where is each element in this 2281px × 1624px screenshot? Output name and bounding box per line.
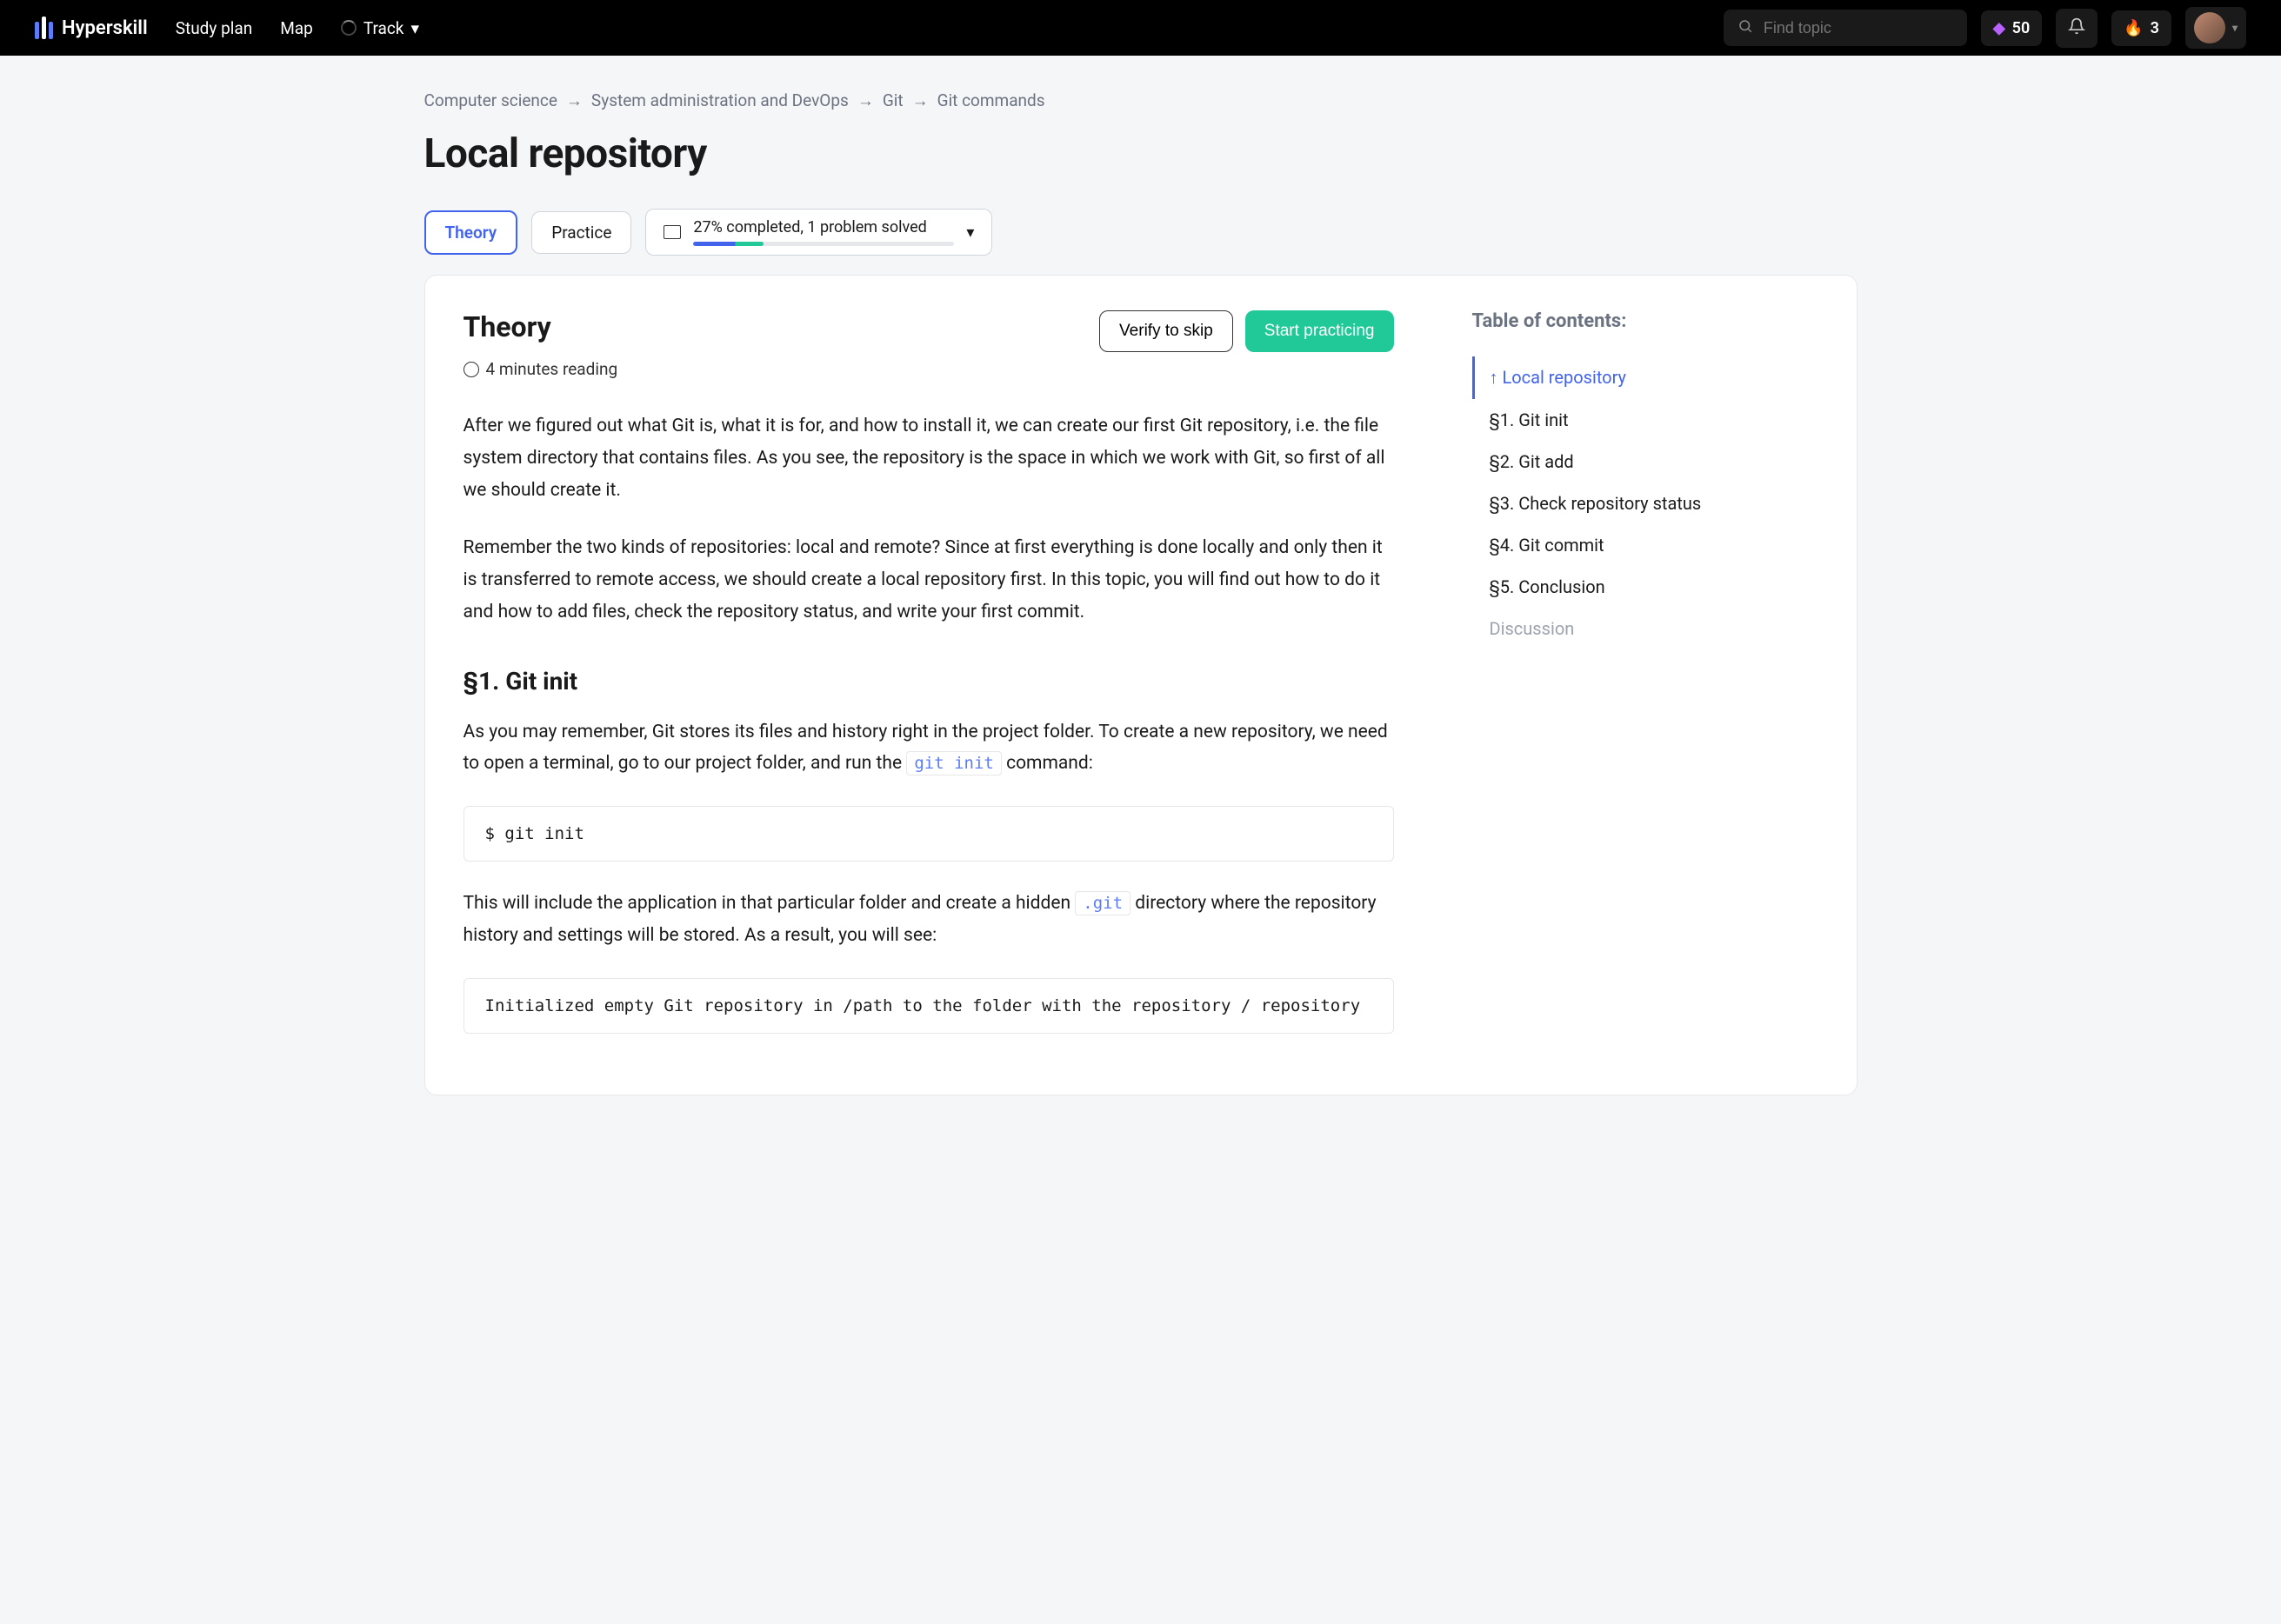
- clock-icon: [464, 362, 479, 377]
- progress-text: 27% completed, 1 problem solved: [693, 218, 954, 236]
- navbar-right: ◆ 50 🔥 3 ▾: [1724, 7, 2246, 49]
- toc-item[interactable]: §4. Git commit: [1472, 524, 1768, 566]
- paragraph: As you may remember, Git stores its file…: [464, 716, 1394, 781]
- code-inline: git init: [906, 751, 1002, 775]
- search-box[interactable]: [1724, 10, 1967, 46]
- main-container: Computer science → System administration…: [376, 56, 1906, 1130]
- paragraph: Remember the two kinds of repositories: …: [464, 532, 1394, 628]
- map-icon: [664, 225, 681, 239]
- breadcrumb-item[interactable]: Computer science: [424, 90, 557, 111]
- flame-icon: 🔥: [2124, 19, 2143, 37]
- search-icon: [1737, 18, 1753, 37]
- logo-icon: [35, 17, 53, 39]
- search-input[interactable]: [1764, 19, 1953, 37]
- toc-item[interactable]: §3. Check repository status: [1472, 483, 1768, 524]
- streak-pill[interactable]: 🔥 3: [2111, 10, 2171, 46]
- verify-skip-button[interactable]: Verify to skip: [1099, 310, 1233, 352]
- start-practicing-button[interactable]: Start practicing: [1245, 310, 1394, 352]
- nav-track[interactable]: Track ▾: [341, 18, 419, 38]
- content-card: Theory Verify to skip Start practicing 4…: [424, 275, 1857, 1095]
- breadcrumb-item[interactable]: Git commands: [937, 90, 1045, 111]
- subheading-git-init: §1. Git init: [464, 667, 1394, 696]
- toc-item[interactable]: §1. Git init: [1472, 399, 1768, 441]
- tab-practice[interactable]: Practice: [531, 211, 631, 254]
- spinner-icon: [341, 20, 357, 36]
- logo[interactable]: Hyperskill: [35, 17, 148, 39]
- notifications-pill[interactable]: [2056, 9, 2098, 48]
- code-inline: .git: [1075, 891, 1130, 915]
- toc-item[interactable]: §5. Conclusion: [1472, 566, 1768, 608]
- avatar: [2194, 12, 2225, 43]
- code-block: $ git init: [464, 806, 1394, 862]
- nav-study-plan[interactable]: Study plan: [176, 18, 253, 38]
- chevron-down-icon: ▾: [410, 18, 419, 38]
- user-menu[interactable]: ▾: [2185, 7, 2246, 49]
- toc-item[interactable]: §2. Git add: [1472, 441, 1768, 483]
- tab-theory[interactable]: Theory: [424, 210, 518, 255]
- chevron-down-icon: ▾: [966, 223, 974, 242]
- tab-row: Theory Practice 27% completed, 1 problem…: [424, 209, 1857, 256]
- progress-bar: [693, 242, 954, 246]
- toc-column: Table of contents: ↑ Local repository §1…: [1472, 310, 1768, 1060]
- page-title: Local repository: [424, 130, 1857, 177]
- reading-time: 4 minutes reading: [464, 359, 1394, 379]
- toc-item[interactable]: ↑ Local repository: [1472, 356, 1768, 399]
- gems-pill[interactable]: ◆ 50: [1981, 10, 2042, 46]
- gem-icon: ◆: [1993, 19, 2005, 37]
- code-block: Initialized empty Git repository in /pat…: [464, 978, 1394, 1034]
- progress-pill[interactable]: 27% completed, 1 problem solved ▾: [645, 209, 992, 256]
- theory-header: Theory Verify to skip Start practicing: [464, 310, 1394, 352]
- breadcrumb-item[interactable]: Git: [883, 90, 904, 111]
- chevron-down-icon: ▾: [2232, 22, 2238, 34]
- breadcrumb: Computer science → System administration…: [424, 90, 1857, 111]
- nav-map[interactable]: Map: [280, 18, 313, 38]
- section-heading: Theory: [464, 310, 551, 343]
- breadcrumb-item[interactable]: System administration and DevOps: [591, 90, 849, 111]
- brand-name: Hyperskill: [62, 17, 148, 39]
- toc-title: Table of contents:: [1472, 310, 1768, 332]
- main-column: Theory Verify to skip Start practicing 4…: [464, 310, 1394, 1060]
- toc-item-discussion[interactable]: Discussion: [1472, 608, 1768, 649]
- paragraph: This will include the application in tha…: [464, 888, 1394, 952]
- paragraph: After we figured out what Git is, what i…: [464, 410, 1394, 506]
- bell-icon: [2068, 17, 2085, 39]
- navbar: Hyperskill Study plan Map Track ▾ ◆ 50 🔥…: [0, 0, 2281, 56]
